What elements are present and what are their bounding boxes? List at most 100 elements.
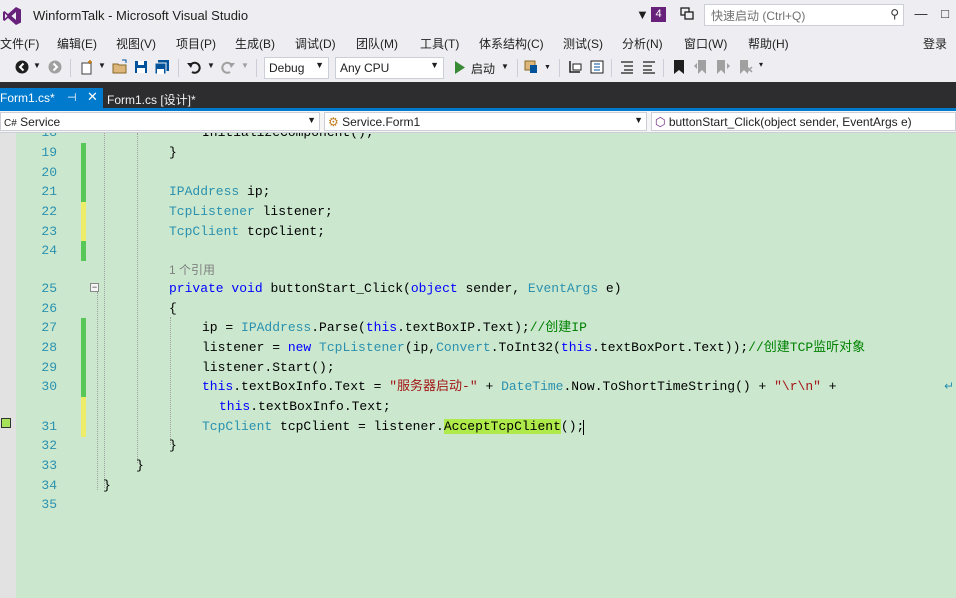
line-number: 25 bbox=[41, 281, 57, 296]
menu-team[interactable]: 团队(M) bbox=[356, 35, 398, 52]
save-all-icon[interactable] bbox=[154, 59, 170, 75]
type-dropdown[interactable]: ⚙ Service.Form1 ▼ bbox=[324, 112, 647, 131]
codelens-reference-count[interactable]: 1 个引用 bbox=[169, 260, 215, 280]
solution-configuration-select[interactable]: Debug ▼ bbox=[264, 57, 329, 79]
menu-debug[interactable]: 调试(D) bbox=[295, 35, 336, 52]
code-line[interactable]: this.textBoxInfo.Text = "服务器启动-" + DateT… bbox=[202, 377, 837, 397]
quick-launch-placeholder: 快速启动 (Ctrl+Q) bbox=[711, 9, 806, 23]
flag-icon[interactable]: ▼ bbox=[636, 7, 649, 22]
menu-build[interactable]: 生成(B) bbox=[235, 35, 275, 52]
code-line[interactable]: this.textBoxInfo.Text; bbox=[219, 397, 391, 417]
tab-form1-cs[interactable]: Form1.cs* ⊣ ✕ bbox=[0, 88, 103, 108]
code-line[interactable]: } bbox=[136, 456, 144, 476]
open-file-icon[interactable] bbox=[112, 59, 128, 75]
change-marker-saved bbox=[81, 318, 86, 397]
comment-lines-icon[interactable] bbox=[619, 59, 635, 75]
tab-form1-designer[interactable]: Form1.cs [设计]* bbox=[107, 91, 196, 108]
maximize-button[interactable]: □ bbox=[934, 6, 956, 22]
menu-window[interactable]: 窗口(W) bbox=[684, 35, 727, 52]
next-bookmark-icon[interactable] bbox=[715, 59, 731, 75]
code-line[interactable]: TcpListener listener; bbox=[169, 202, 333, 222]
menu-file[interactable]: 文件(F) bbox=[0, 35, 39, 52]
back-icon[interactable] bbox=[14, 59, 30, 75]
code-line[interactable]: TcpClient tcpClient = listener.AcceptTcp… bbox=[202, 417, 584, 437]
code-line[interactable]: InitializeComponent(); bbox=[202, 133, 374, 143]
menu-test[interactable]: 测试(S) bbox=[563, 35, 603, 52]
step-into-icon[interactable] bbox=[567, 59, 583, 75]
new-dropdown-icon[interactable]: ▼ bbox=[98, 61, 106, 70]
code-line[interactable]: private void buttonStart_Click(object se… bbox=[169, 279, 622, 299]
change-marker-saved bbox=[81, 241, 86, 261]
toolbar-separator bbox=[663, 59, 664, 77]
minimize-button[interactable]: — bbox=[910, 6, 932, 22]
bookmark-icon[interactable] bbox=[671, 59, 687, 75]
code-line[interactable]: IPAddress ip; bbox=[169, 182, 270, 202]
menu-analyze[interactable]: 分析(N) bbox=[622, 35, 663, 52]
code-editor[interactable]: 18 19 20 21 22 23 24 25 26 27 28 29 30 3… bbox=[0, 133, 956, 598]
code-line[interactable]: listener = new TcpListener(ip,Convert.To… bbox=[202, 338, 865, 358]
undo-dropdown-icon[interactable]: ▼ bbox=[207, 61, 215, 70]
solution-platform-value: Any CPU bbox=[340, 61, 390, 75]
menu-view[interactable]: 视图(V) bbox=[116, 35, 156, 52]
new-project-icon[interactable] bbox=[79, 59, 95, 75]
pin-icon[interactable]: ⊣ bbox=[67, 91, 77, 104]
login-link[interactable]: 登录 bbox=[923, 35, 947, 52]
menu-edit[interactable]: 编辑(E) bbox=[57, 35, 97, 52]
method-icon: ⬡ bbox=[655, 115, 666, 129]
find-in-files-icon[interactable] bbox=[524, 59, 540, 75]
save-icon[interactable] bbox=[133, 59, 149, 75]
start-label: 启动 bbox=[471, 62, 496, 76]
play-icon bbox=[455, 61, 465, 74]
indent-guide bbox=[170, 317, 171, 445]
menu-help[interactable]: 帮助(H) bbox=[748, 35, 789, 52]
code-line[interactable]: ip = IPAddress.Parse(this.textBoxIP.Text… bbox=[202, 318, 587, 338]
tab-form1-designer-label: Form1.cs [设计]* bbox=[107, 93, 196, 107]
feedback-icon[interactable] bbox=[679, 6, 695, 22]
redo-dropdown-icon[interactable]: ▼ bbox=[241, 61, 249, 70]
notification-count-badge[interactable]: 4 bbox=[651, 7, 666, 22]
visual-studio-logo-icon bbox=[3, 7, 21, 25]
title-bar: WinformTalk - Microsoft Visual Studio ▼ … bbox=[0, 0, 956, 32]
menu-tools[interactable]: 工具(T) bbox=[420, 35, 459, 52]
redo-icon[interactable] bbox=[220, 59, 236, 75]
clear-bookmarks-icon[interactable] bbox=[737, 59, 753, 75]
code-line[interactable]: { bbox=[169, 299, 177, 319]
class-view-icon[interactable] bbox=[589, 59, 605, 75]
toolbar-separator bbox=[611, 59, 612, 77]
solution-platform-select[interactable]: Any CPU ▼ bbox=[335, 57, 444, 79]
code-line[interactable]: } bbox=[169, 143, 177, 163]
change-marker-saved bbox=[81, 163, 86, 183]
find-dropdown-icon[interactable]: ▼ bbox=[544, 64, 551, 71]
code-line[interactable]: TcpClient tcpClient; bbox=[169, 222, 325, 242]
back-dropdown-icon[interactable]: ▼ bbox=[33, 61, 41, 70]
menu-project[interactable]: 项目(P) bbox=[176, 35, 216, 52]
quick-launch-input[interactable]: 快速启动 (Ctrl+Q) ⚲ bbox=[704, 4, 904, 26]
project-dropdown[interactable]: C# Service ▼ bbox=[0, 112, 320, 131]
member-dropdown[interactable]: ⬡ buttonStart_Click(object sender, Event… bbox=[651, 112, 956, 131]
csharp-project-icon: C# bbox=[4, 118, 17, 129]
line-number: 34 bbox=[41, 478, 57, 493]
current-statement-marker bbox=[1, 418, 11, 428]
toolbar-overflow-icon[interactable]: ▾ bbox=[759, 60, 763, 69]
change-marker-unsaved bbox=[81, 397, 86, 437]
forward-icon[interactable] bbox=[47, 59, 63, 75]
line-number: 22 bbox=[41, 204, 57, 219]
code-line[interactable]: } bbox=[103, 476, 111, 496]
menu-architecture[interactable]: 体系结构(C) bbox=[479, 35, 544, 52]
collapse-toggle[interactable]: − bbox=[90, 283, 99, 292]
code-line[interactable]: listener.Start(); bbox=[202, 358, 335, 378]
chevron-down-icon: ▼ bbox=[307, 115, 316, 125]
toolbar-separator bbox=[178, 59, 179, 77]
undo-icon[interactable] bbox=[186, 59, 202, 75]
uncomment-lines-icon[interactable] bbox=[641, 59, 657, 75]
close-icon[interactable]: ✕ bbox=[87, 89, 98, 105]
toolbar-separator bbox=[256, 59, 257, 77]
line-number: 26 bbox=[41, 301, 57, 316]
previous-bookmark-icon[interactable] bbox=[693, 59, 709, 75]
change-marker-saved bbox=[81, 182, 86, 202]
code-line[interactable]: } bbox=[169, 436, 177, 456]
start-debugging-button[interactable]: 启动 ▼ bbox=[452, 59, 514, 77]
search-icon[interactable]: ⚲ bbox=[890, 7, 899, 21]
change-marker-saved bbox=[81, 143, 86, 163]
indicator-margin[interactable] bbox=[0, 133, 16, 598]
